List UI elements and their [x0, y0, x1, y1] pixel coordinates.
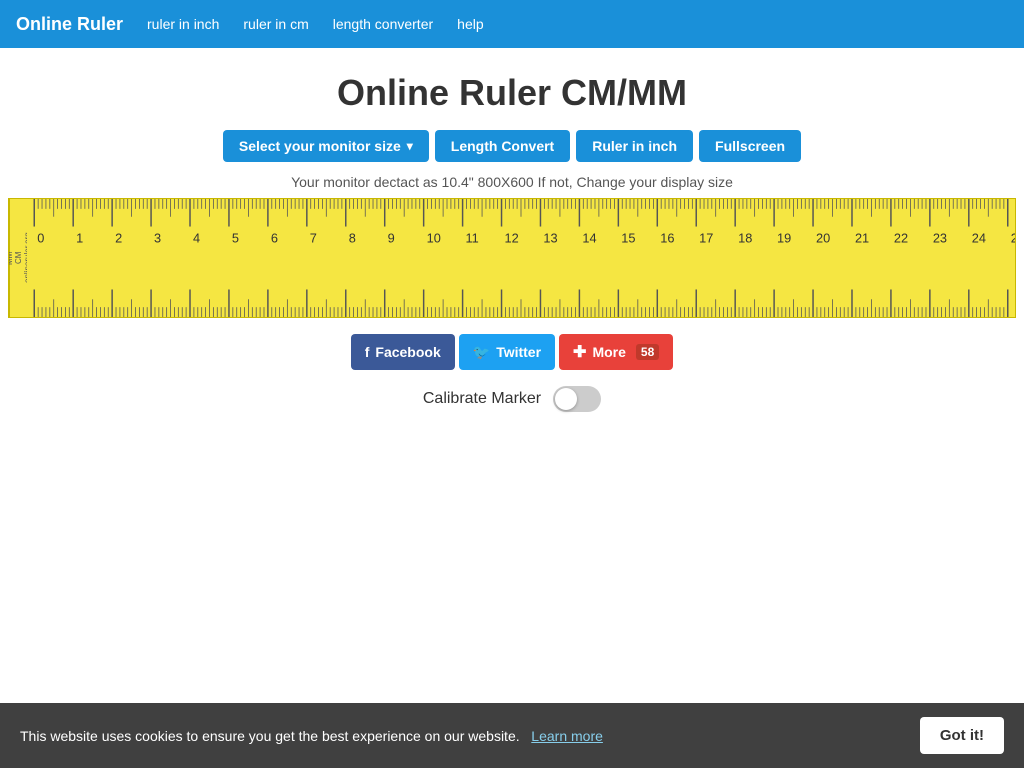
svg-text:6: 6: [271, 230, 278, 245]
cookie-text: This website uses cookies to ensure you …: [20, 728, 900, 744]
plus-icon: ✚: [573, 342, 586, 362]
svg-text:12: 12: [504, 230, 518, 245]
toolbar: Select your monitor size Length Convert …: [0, 130, 1024, 162]
info-text: Your monitor dectact as 10.4" 800X600 If…: [0, 174, 1024, 190]
svg-text:16: 16: [660, 230, 674, 245]
svg-text:5: 5: [232, 230, 239, 245]
nav-link-cm[interactable]: ruler in cm: [243, 16, 308, 32]
svg-text:22: 22: [894, 230, 908, 245]
svg-text:8: 8: [349, 230, 356, 245]
learn-more-link[interactable]: Learn more: [531, 728, 603, 744]
svg-text:4: 4: [193, 230, 200, 245]
twitter-button[interactable]: 🐦 Twitter: [459, 334, 555, 370]
svg-text:9: 9: [388, 230, 395, 245]
svg-text:21: 21: [855, 230, 869, 245]
svg-text:18: 18: [738, 230, 752, 245]
svg-text:24: 24: [972, 230, 986, 245]
facebook-label: Facebook: [375, 344, 440, 360]
more-label: More: [592, 344, 625, 360]
nav-link-converter[interactable]: length converter: [333, 16, 433, 32]
svg-text:7: 7: [310, 230, 317, 245]
svg-text:2: 2: [115, 230, 122, 245]
facebook-button[interactable]: f Facebook: [351, 334, 455, 370]
ruler-svg: 0123456789101112131415161718192021222324…: [27, 199, 1015, 317]
svg-text:10: 10: [427, 230, 441, 245]
ruler-area: 0123456789101112131415161718192021222324…: [27, 199, 1015, 317]
brand-logo[interactable]: Online Ruler: [16, 14, 123, 35]
ruler-inch-button[interactable]: Ruler in inch: [576, 130, 693, 162]
svg-text:23: 23: [933, 230, 947, 245]
length-convert-button[interactable]: Length Convert: [435, 130, 570, 162]
svg-text:0: 0: [37, 230, 44, 245]
social-bar: f Facebook 🐦 Twitter ✚ More 58: [0, 334, 1024, 370]
page-title: Online Ruler CM/MM: [0, 48, 1024, 130]
svg-text:15: 15: [621, 230, 635, 245]
fullscreen-button[interactable]: Fullscreen: [699, 130, 801, 162]
monitor-size-button[interactable]: Select your monitor size: [223, 130, 429, 162]
twitter-icon: 🐦: [473, 344, 490, 361]
ruler-container: MM CM onlineruler.org 012345678910111213…: [8, 198, 1016, 318]
svg-text:20: 20: [816, 230, 830, 245]
cookie-message: This website uses cookies to ensure you …: [20, 728, 520, 744]
calibrate-section: Calibrate Marker: [0, 386, 1024, 412]
svg-text:17: 17: [699, 230, 713, 245]
facebook-icon: f: [365, 344, 370, 360]
nav-link-help[interactable]: help: [457, 16, 483, 32]
svg-text:19: 19: [777, 230, 791, 245]
ruler-side-label: MM CM onlineruler.org: [9, 199, 27, 317]
calibrate-label: Calibrate Marker: [423, 390, 541, 408]
svg-text:1: 1: [76, 230, 83, 245]
more-count: 58: [636, 344, 659, 360]
svg-text:25: 25: [1011, 230, 1015, 245]
svg-text:11: 11: [466, 230, 479, 245]
svg-text:13: 13: [543, 230, 557, 245]
twitter-label: Twitter: [496, 344, 541, 360]
navbar: Online Ruler ruler in inch ruler in cm l…: [0, 0, 1024, 48]
got-it-button[interactable]: Got it!: [920, 717, 1004, 754]
nav-link-inch[interactable]: ruler in inch: [147, 16, 219, 32]
svg-text:14: 14: [582, 230, 596, 245]
cookie-banner: This website uses cookies to ensure you …: [0, 703, 1024, 768]
ruler-cm-label: CM: [14, 252, 23, 264]
calibrate-toggle[interactable]: [553, 386, 601, 412]
more-button[interactable]: ✚ More 58: [559, 334, 673, 370]
svg-text:3: 3: [154, 230, 161, 245]
